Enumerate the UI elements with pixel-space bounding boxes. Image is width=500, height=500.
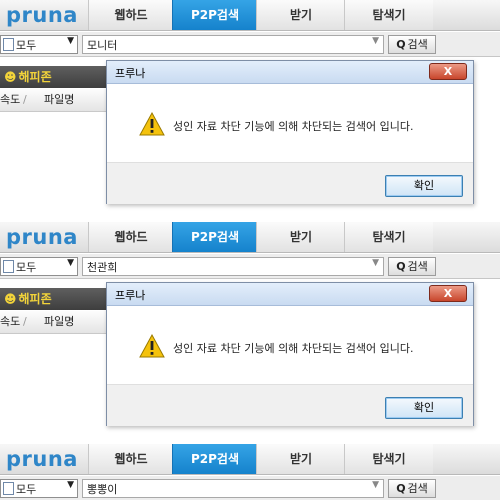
warning-icon — [139, 112, 165, 136]
tab-download[interactable]: 받기 — [256, 0, 345, 30]
tab-webhard[interactable]: 웹하드 — [88, 0, 173, 30]
pruna-logo: pruna — [6, 225, 78, 249]
search-button-label: 검색 — [407, 482, 428, 495]
screenshot-panel-3: pruna 웹하드 P2P검색 받기 탐색기 모두 ▼ 뽕뽕이 ▼ Q 검색 — [0, 444, 500, 500]
result-list — [0, 334, 108, 434]
dropdown-arrow-icon[interactable]: ▼ — [372, 258, 379, 268]
panel-separator — [0, 434, 500, 444]
dialog-message: 성인 자료 차단 기능에 의해 차단되는 검색어 입니다. — [173, 342, 414, 355]
magnifier-icon: Q — [396, 482, 406, 495]
column-header: 속도 / 파일명 — [0, 311, 108, 334]
category-value: 모두 — [16, 483, 37, 496]
category-value: 모두 — [16, 261, 37, 274]
search-input[interactable]: 모니터 ▼ — [82, 35, 384, 54]
tab-download[interactable]: 받기 — [256, 222, 345, 252]
happy-zone-header[interactable]: ☻ 해피존 — [0, 66, 108, 88]
magnifier-icon: Q — [396, 260, 406, 273]
dialog-title: 프루나 — [115, 289, 146, 302]
dropdown-arrow-icon[interactable]: ▼ — [372, 36, 379, 46]
search-bar: 모두 ▼ 모니터 ▼ Q 검색 — [0, 32, 500, 57]
search-query: 천관희 — [87, 261, 118, 274]
search-button[interactable]: Q 검색 — [388, 35, 436, 54]
search-button[interactable]: Q 검색 — [388, 257, 436, 276]
tab-explorer[interactable]: 탐색기 — [344, 222, 433, 252]
document-icon — [3, 38, 14, 51]
dialog-body: 성인 자료 차단 기능에 의해 차단되는 검색어 입니다. — [107, 306, 473, 384]
tab-explorer[interactable]: 탐색기 — [344, 444, 433, 474]
pruna-logo: pruna — [6, 447, 78, 471]
ok-button[interactable]: 확인 — [385, 397, 463, 419]
warning-icon — [139, 334, 165, 358]
close-button[interactable]: X — [429, 285, 467, 302]
happy-zone-header[interactable]: ☻ 해피존 — [0, 288, 108, 310]
document-icon — [3, 260, 14, 273]
dialog-message: 성인 자료 차단 기능에 의해 차단되는 검색어 입니다. — [173, 120, 414, 133]
alert-dialog: 프루나 X 성인 자료 차단 기능에 의해 차단되는 검색어 입니다. 확인 — [106, 60, 474, 204]
column-speed[interactable]: 속도 — [0, 89, 20, 111]
tab-p2p-search[interactable]: P2P검색 — [172, 222, 257, 252]
search-input[interactable]: 천관희 ▼ — [82, 257, 384, 276]
column-filename[interactable]: 파일명 — [44, 311, 74, 333]
tab-webhard[interactable]: 웹하드 — [88, 222, 173, 252]
document-icon — [3, 482, 14, 495]
magnifier-icon: Q — [396, 38, 406, 51]
dropdown-arrow-icon: ▼ — [67, 36, 74, 46]
search-input[interactable]: 뽕뽕이 ▼ — [82, 479, 384, 498]
alert-dialog: 프루나 X 성인 자료 차단 기능에 의해 차단되는 검색어 입니다. 확인 — [106, 282, 474, 426]
top-nav: pruna 웹하드 P2P검색 받기 탐색기 — [0, 222, 500, 253]
tab-p2p-search[interactable]: P2P검색 — [172, 444, 257, 474]
column-filename[interactable]: 파일명 — [44, 89, 74, 111]
category-select[interactable]: 모두 ▼ — [0, 35, 78, 54]
search-button-label: 검색 — [407, 38, 428, 51]
dropdown-arrow-icon: ▼ — [67, 480, 74, 490]
column-speed[interactable]: 속도 — [0, 311, 20, 333]
category-select[interactable]: 모두 ▼ — [0, 257, 78, 276]
search-button-label: 검색 — [407, 260, 428, 273]
smiley-icon: ☻ — [4, 292, 17, 306]
dialog-footer: 확인 — [107, 162, 473, 204]
happy-zone-title: 해피존 — [18, 292, 52, 306]
screenshot-panel-2: pruna 웹하드 P2P검색 받기 탐색기 모두 ▼ 천관희 ▼ Q 검색 ☻ 해… — [0, 222, 500, 434]
dialog-title: 프루나 — [115, 67, 146, 80]
ok-button[interactable]: 확인 — [385, 175, 463, 197]
top-nav: pruna 웹하드 P2P검색 받기 탐색기 — [0, 0, 500, 31]
panel-separator — [0, 212, 500, 222]
search-bar: 모두 ▼ 천관희 ▼ Q 검색 — [0, 254, 500, 279]
column-header: 속도 / 파일명 — [0, 89, 108, 112]
dropdown-arrow-icon[interactable]: ▼ — [372, 480, 379, 490]
happy-zone-title: 해피존 — [18, 70, 52, 84]
category-value: 모두 — [16, 39, 37, 52]
dropdown-arrow-icon: ▼ — [67, 258, 74, 268]
smiley-icon: ☻ — [4, 70, 17, 84]
dialog-titlebar[interactable]: 프루나 X — [107, 283, 473, 306]
dialog-body: 성인 자료 차단 기능에 의해 차단되는 검색어 입니다. — [107, 84, 473, 162]
pruna-logo: pruna — [6, 3, 78, 27]
tab-explorer[interactable]: 탐색기 — [344, 0, 433, 30]
search-query: 모니터 — [87, 39, 118, 52]
dialog-titlebar[interactable]: 프루나 X — [107, 61, 473, 84]
close-button[interactable]: X — [429, 63, 467, 80]
search-button[interactable]: Q 검색 — [388, 479, 436, 498]
search-bar: 모두 ▼ 뽕뽕이 ▼ Q 검색 — [0, 476, 500, 500]
tab-webhard[interactable]: 웹하드 — [88, 444, 173, 474]
column-separator: / — [23, 93, 27, 106]
search-query: 뽕뽕이 — [87, 483, 118, 496]
column-separator: / — [23, 315, 27, 328]
tab-p2p-search[interactable]: P2P검색 — [172, 0, 257, 30]
dialog-footer: 확인 — [107, 384, 473, 426]
result-list — [0, 112, 108, 212]
tab-download[interactable]: 받기 — [256, 444, 345, 474]
category-select[interactable]: 모두 ▼ — [0, 479, 78, 498]
screenshot-panel-1: pruna 웹하드 P2P검색 받기 탐색기 모두 ▼ 모니터 ▼ Q 검색 ☻ 해… — [0, 0, 500, 212]
top-nav: pruna 웹하드 P2P검색 받기 탐색기 — [0, 444, 500, 475]
